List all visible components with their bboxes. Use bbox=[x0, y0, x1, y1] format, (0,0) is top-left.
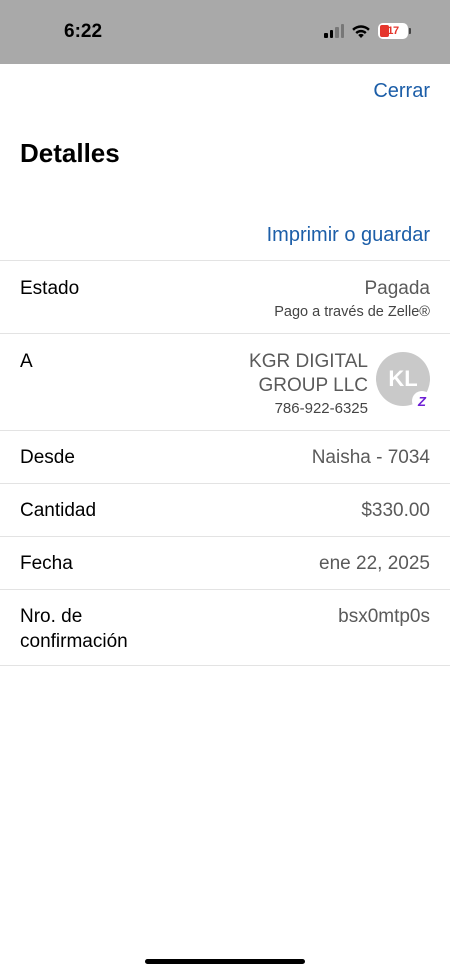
confirmation-value: bsx0mtp0s bbox=[338, 606, 430, 627]
detail-row-from: Desde Naisha - 7034 bbox=[0, 430, 450, 483]
close-button[interactable]: Cerrar bbox=[373, 80, 430, 103]
date-value: ene 22, 2025 bbox=[319, 553, 430, 574]
status-value: Pagada bbox=[364, 278, 430, 299]
wifi-icon bbox=[351, 24, 371, 39]
from-label: Desde bbox=[20, 447, 75, 468]
zelle-badge-letter: Z bbox=[418, 393, 426, 409]
status-bar: 6:22 17 bbox=[0, 0, 450, 64]
confirmation-label: Nro. de confirmación bbox=[20, 604, 128, 654]
recipient-name-line2: GROUP LLC bbox=[258, 375, 368, 396]
status-subtext: Pago a través de Zelle® bbox=[274, 304, 430, 320]
detail-row-amount: Cantidad $330.00 bbox=[0, 483, 450, 536]
confirmation-label-line2: confirmación bbox=[20, 631, 128, 652]
cellular-signal-icon bbox=[324, 24, 344, 38]
avatar-initials: KL bbox=[388, 366, 418, 391]
status-label: Estado bbox=[20, 278, 80, 299]
page-title: Detalles bbox=[20, 138, 120, 168]
status-time: 6:22 bbox=[64, 21, 103, 42]
details-list: Estado Pagada Pago a través de Zelle® A … bbox=[0, 260, 450, 666]
battery-level: 17 bbox=[387, 25, 399, 37]
detail-row-date: Fecha ene 22, 2025 bbox=[0, 536, 450, 589]
date-label: Fecha bbox=[20, 553, 73, 574]
recipient-phone: 786-922-6325 bbox=[274, 400, 368, 417]
recipient-label: A bbox=[20, 351, 33, 372]
from-value: Naisha - 7034 bbox=[311, 447, 430, 468]
amount-value: $330.00 bbox=[361, 500, 430, 521]
detail-row-confirmation: Nro. de confirmación bsx0mtp0s bbox=[0, 589, 450, 666]
print-or-save-button[interactable]: Imprimir o guardar bbox=[267, 224, 430, 247]
recipient-name-line1: KGR DIGITAL bbox=[249, 351, 368, 372]
detail-row-recipient[interactable]: A KGR DIGITAL GROUP LLC 786-922-6325 KL … bbox=[0, 333, 450, 430]
amount-label: Cantidad bbox=[20, 500, 97, 521]
status-icons: 17 bbox=[324, 23, 411, 39]
recipient-name: KGR DIGITAL GROUP LLC bbox=[168, 350, 368, 398]
confirmation-label-line1: Nro. de bbox=[20, 606, 83, 627]
home-indicator[interactable] bbox=[145, 959, 305, 964]
detail-row-status: Estado Pagada Pago a través de Zelle® bbox=[0, 260, 450, 333]
battery-charging-icon: 17 bbox=[378, 23, 411, 39]
zelle-badge-icon: Z bbox=[412, 391, 432, 411]
